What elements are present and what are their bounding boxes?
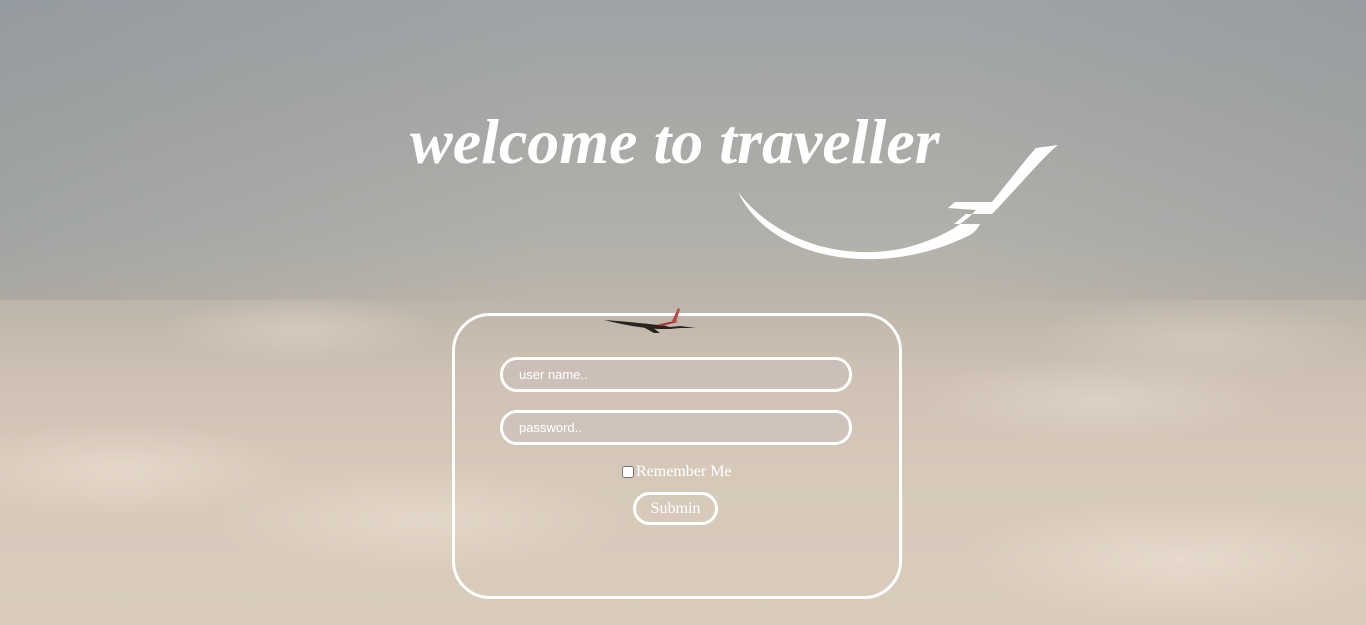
remember-me-label: Remember Me — [636, 463, 732, 480]
plane-swoosh-icon — [738, 145, 1058, 260]
password-input[interactable] — [500, 410, 852, 445]
airplane-icon — [604, 308, 696, 333]
login-panel — [452, 313, 902, 599]
remember-me[interactable]: Remember Me — [622, 463, 732, 481]
remember-me-checkbox[interactable] — [622, 466, 634, 478]
submit-button[interactable]: Submin — [633, 492, 718, 525]
username-input[interactable] — [500, 357, 852, 392]
